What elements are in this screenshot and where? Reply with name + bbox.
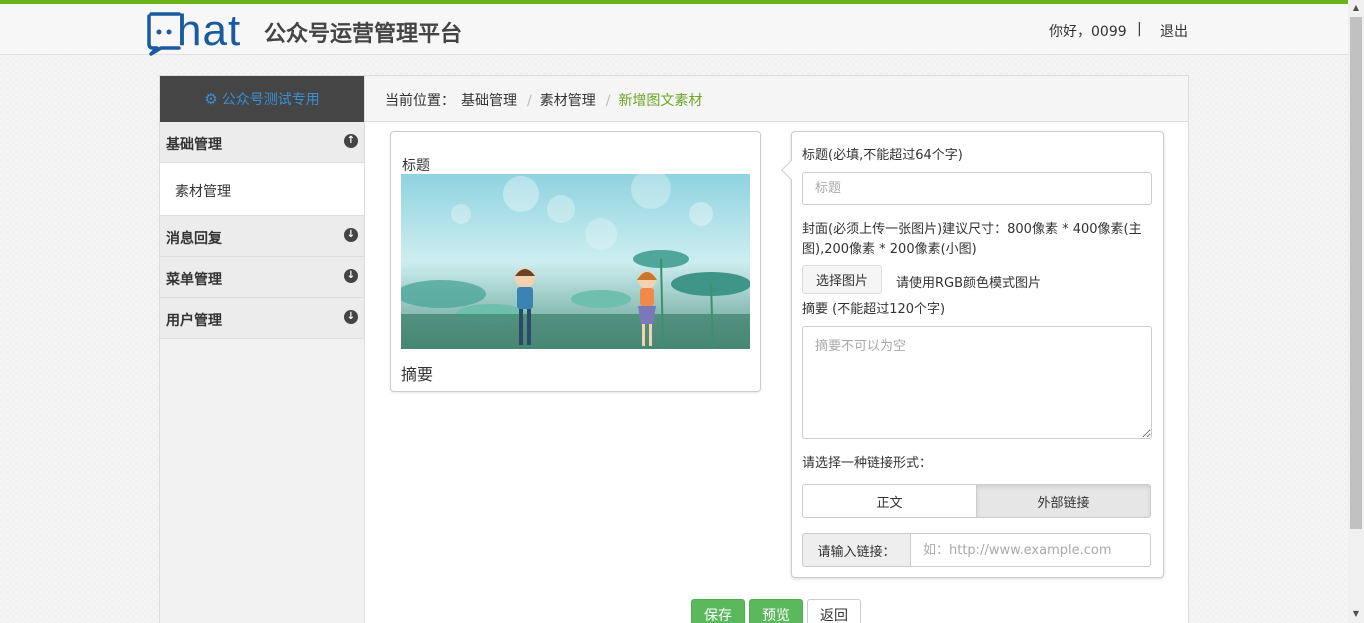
sidebar-group-label: 消息回复 — [166, 231, 222, 247]
link-type-toggle: 正文 外部链接 — [802, 484, 1151, 518]
image-mode-hint: 请使用RGB颜色模式图片 — [896, 276, 1042, 291]
main-frame: ⚙ 公众号测试专用 基础管理 ↑ 素材管理 消息回复 ↓ 菜单管理 ↓ 用户管理… — [159, 75, 1189, 623]
scroll-up-arrow-icon[interactable]: ▲ — [1348, 0, 1364, 16]
logo-text: hat — [177, 6, 242, 55]
breadcrumb-divider: / — [605, 93, 611, 109]
sidebar-group-reply[interactable]: 消息回复 ↓ — [160, 216, 364, 257]
link-type-body-button[interactable]: 正文 — [802, 484, 977, 518]
title-label: 标题(必填,不能超过64个字) — [802, 148, 963, 163]
sidebar-group-basic[interactable]: 基础管理 ↑ — [160, 122, 364, 163]
summary-label: 摘要 (不能超过120个字) — [802, 302, 946, 317]
preview-title: 标题 — [402, 158, 430, 174]
breadcrumb-item[interactable]: 素材管理 — [540, 93, 596, 109]
sidebar-group-label: 基础管理 — [166, 137, 222, 153]
gear-icon: ⚙ — [204, 90, 218, 108]
summary-textarea[interactable] — [802, 326, 1152, 439]
scroll-down-arrow-icon[interactable]: ▼ — [1348, 606, 1364, 622]
scroll-thumb[interactable] — [1350, 17, 1362, 529]
sidebar-group-menu[interactable]: 菜单管理 ↓ — [160, 257, 364, 298]
account-header: ⚙ 公众号测试专用 — [160, 76, 364, 122]
expand-arrow-down-icon[interactable]: ↓ — [344, 228, 358, 242]
preview-summary: 摘要 — [401, 365, 434, 384]
logout-link[interactable]: 退出 — [1160, 21, 1188, 41]
preview-button[interactable]: 预览 — [749, 599, 803, 623]
link-type-label: 请选择一种链接形式： — [802, 456, 933, 471]
title-input[interactable] — [802, 172, 1152, 205]
sidebar-group-users[interactable]: 用户管理 ↓ — [160, 298, 364, 339]
page-scrollbar[interactable]: ▲ ▼ — [1348, 0, 1364, 623]
breadcrumb-divider: / — [527, 93, 532, 109]
header-separator: | — [1137, 21, 1142, 37]
chat-logo[interactable]: hat — [143, 6, 251, 56]
site-title: 公众号运营管理平台 — [264, 22, 463, 47]
link-input-group: 请输入链接： — [802, 533, 1151, 567]
save-button[interactable]: 保存 — [691, 599, 745, 623]
breadcrumb-prefix: 当前位置： — [385, 93, 455, 109]
article-form-card: 标题(必填,不能超过64个字) 封面(必须上传一张图片)建议尺寸：800像素 *… — [781, 131, 1164, 578]
breadcrumb-current: 新增图文素材 — [618, 93, 703, 109]
expand-arrow-down-icon[interactable]: ↓ — [344, 310, 358, 324]
expand-arrow-down-icon[interactable]: ↓ — [344, 269, 358, 283]
card-pointer-arrow — [781, 160, 801, 180]
article-preview-card: 标题 摘要 — [390, 131, 761, 392]
breadcrumb: 当前位置： 基础管理 / 素材管理 / 新增图文素材 — [365, 76, 1188, 122]
sidebar: ⚙ 公众号测试专用 基础管理 ↑ 素材管理 消息回复 ↓ 菜单管理 ↓ 用户管理… — [160, 76, 365, 623]
sidebar-group-label: 用户管理 — [166, 313, 222, 329]
external-link-input[interactable] — [911, 533, 1151, 567]
form-actions: 保存 预览 返回 — [691, 599, 861, 623]
breadcrumb-item[interactable]: 基础管理 — [461, 93, 517, 109]
link-addon-label: 请输入链接： — [802, 533, 911, 567]
sidebar-group-label: 菜单管理 — [166, 272, 222, 288]
back-button[interactable]: 返回 — [807, 599, 861, 623]
account-name: 公众号测试专用 — [221, 92, 320, 108]
top-header: hat 公众号运营管理平台 你好，0099 | 退出 — [0, 0, 1348, 56]
choose-image-button[interactable]: 选择图片 — [802, 265, 882, 294]
cover-label: 封面(必须上传一张图片)建议尺寸：800像素 * 400像素(主图),200像素… — [802, 222, 1142, 257]
collapse-arrow-up-icon[interactable]: ↑ — [344, 134, 358, 148]
link-type-external-button[interactable]: 外部链接 — [977, 484, 1151, 518]
cover-image — [401, 174, 750, 349]
user-greeting: 你好，0099 — [1049, 24, 1127, 40]
sidebar-item-material[interactable]: 素材管理 — [160, 163, 364, 216]
